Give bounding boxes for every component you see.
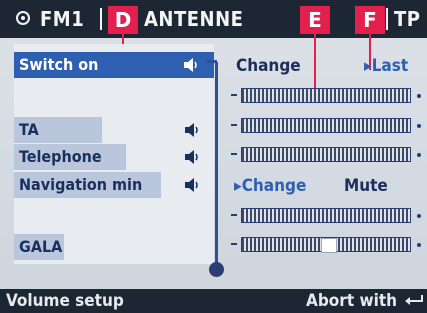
volume-slider[interactable]	[231, 87, 421, 104]
change-header: Change	[236, 56, 301, 76]
change-option[interactable]: ▸Change	[234, 176, 306, 196]
plus-icon	[417, 124, 421, 128]
speaker-icon	[185, 123, 198, 137]
station-name: ANTENNE	[144, 7, 244, 31]
switch-on-item[interactable]: Switch on	[14, 52, 214, 78]
separator	[386, 8, 388, 30]
slider-knob[interactable]	[321, 238, 337, 253]
separator	[100, 8, 102, 30]
navigation-min-label: Navigation min	[19, 175, 143, 194]
last-option[interactable]: ▸Last	[364, 56, 408, 76]
footer-title: Volume setup	[6, 291, 124, 311]
navigation-slider[interactable]	[231, 207, 421, 224]
callout-e: E	[300, 6, 330, 34]
speaker-icon	[184, 58, 197, 72]
slider-bar	[241, 118, 411, 133]
last-label: Last	[371, 56, 409, 76]
switch-on-label: Switch on	[19, 55, 99, 74]
telephone-item[interactable]: Telephone	[14, 144, 126, 170]
slider-bar	[241, 237, 411, 253]
telephone-label: Telephone	[19, 147, 102, 166]
volume-setup-screen: FM1 ANTENNE TP D E F Switch on TA volume…	[0, 0, 427, 313]
callout-f: F	[355, 6, 385, 34]
abort-hint: Abort with	[306, 291, 398, 311]
plus-icon	[417, 94, 421, 98]
speaker-icon	[185, 178, 198, 192]
change-label: Change	[241, 176, 307, 196]
tp-indicator: TP	[394, 7, 421, 31]
minus-icon	[231, 124, 237, 126]
slider-bar	[241, 88, 411, 103]
footer-bar: Volume setup Abort with	[0, 289, 427, 313]
ta-volume-item[interactable]: TA volume	[14, 117, 102, 165]
slider-bar	[241, 208, 411, 223]
callout-d: D	[108, 6, 138, 34]
scroll-track[interactable]	[215, 62, 218, 268]
return-icon	[405, 295, 423, 305]
arrow-icon: ▸	[364, 56, 372, 76]
gala-slider[interactable]	[231, 236, 421, 253]
arrow-icon: ▸	[234, 176, 242, 196]
minus-icon	[231, 243, 237, 245]
telephone-slider[interactable]	[231, 146, 421, 163]
minus-icon	[231, 153, 237, 155]
speaker-icon	[185, 150, 198, 164]
mute-option[interactable]: Mute	[344, 176, 388, 196]
scroll-knob[interactable]	[209, 262, 224, 277]
gala-label: GALA	[19, 237, 63, 256]
radio-source-icon	[16, 11, 30, 25]
gala-item[interactable]: GALA	[14, 234, 64, 260]
plus-icon	[417, 153, 421, 157]
minus-icon	[231, 214, 237, 216]
ta-volume-slider[interactable]	[231, 117, 421, 134]
slider-bar	[241, 147, 411, 162]
plus-icon	[417, 243, 421, 247]
source-label: FM1	[40, 7, 85, 31]
minus-icon	[231, 94, 237, 96]
plus-icon	[417, 214, 421, 218]
navigation-min-item[interactable]: Navigation min	[14, 172, 161, 198]
